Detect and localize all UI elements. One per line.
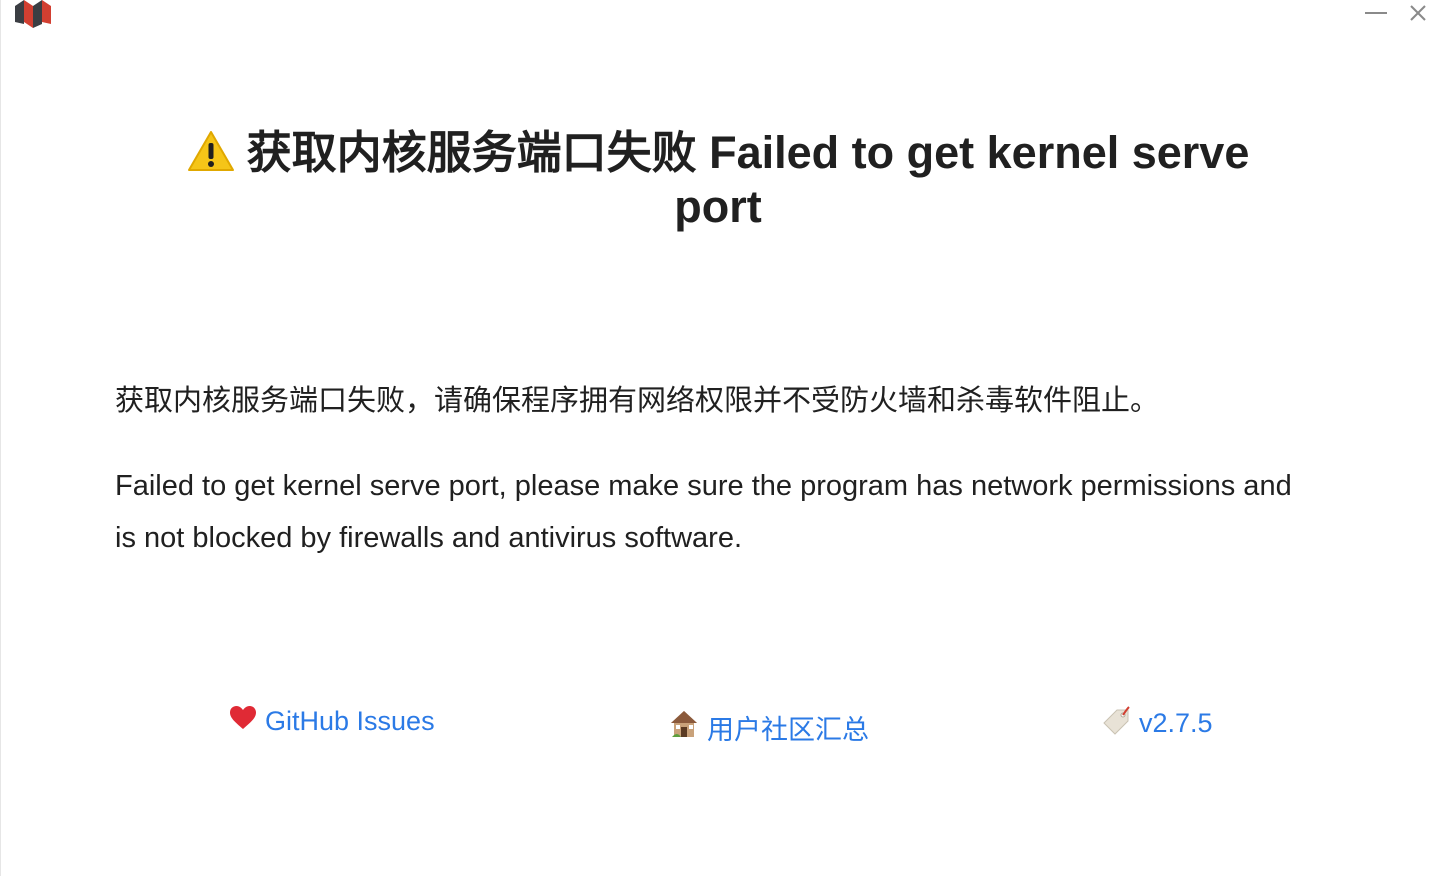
close-icon bbox=[1410, 5, 1426, 21]
version-label: v2.7.5 bbox=[1139, 708, 1213, 738]
github-issues-link[interactable]: GitHub Issues bbox=[229, 705, 435, 738]
error-title: 获取内核服务端口失败 Failed to get kernel serve po… bbox=[1, 128, 1434, 232]
close-button[interactable] bbox=[1401, 0, 1434, 26]
app-window: 获取内核服务端口失败 Failed to get kernel serve po… bbox=[0, 0, 1434, 876]
version-link[interactable]: v2.7.5 bbox=[1101, 705, 1213, 742]
error-message-zh: 获取内核服务端口失败，请确保程序拥有网络权限并不受防火墙和杀毒软件阻止。 bbox=[115, 385, 1160, 417]
community-link[interactable]: 用户社区汇总 bbox=[669, 708, 869, 747]
minimize-icon bbox=[1365, 12, 1387, 14]
warning-icon bbox=[187, 130, 235, 182]
tag-icon bbox=[1101, 705, 1131, 742]
siyuan-logo-icon bbox=[13, 0, 53, 28]
community-label: 用户社区汇总 bbox=[707, 715, 869, 745]
title-line-1: 获取内核服务端口失败 Failed to get kernel serve bbox=[246, 127, 1250, 178]
minimize-button[interactable] bbox=[1359, 0, 1393, 26]
error-message-en: Failed to get kernel serve port, please … bbox=[115, 470, 1292, 554]
house-icon bbox=[669, 709, 699, 746]
footer-links: GitHub Issues 用户社区汇总 v2.7.5 bbox=[1, 700, 1434, 750]
title-line-2: port bbox=[674, 181, 762, 232]
github-issues-label: GitHub Issues bbox=[265, 706, 435, 736]
heart-icon bbox=[229, 705, 257, 738]
